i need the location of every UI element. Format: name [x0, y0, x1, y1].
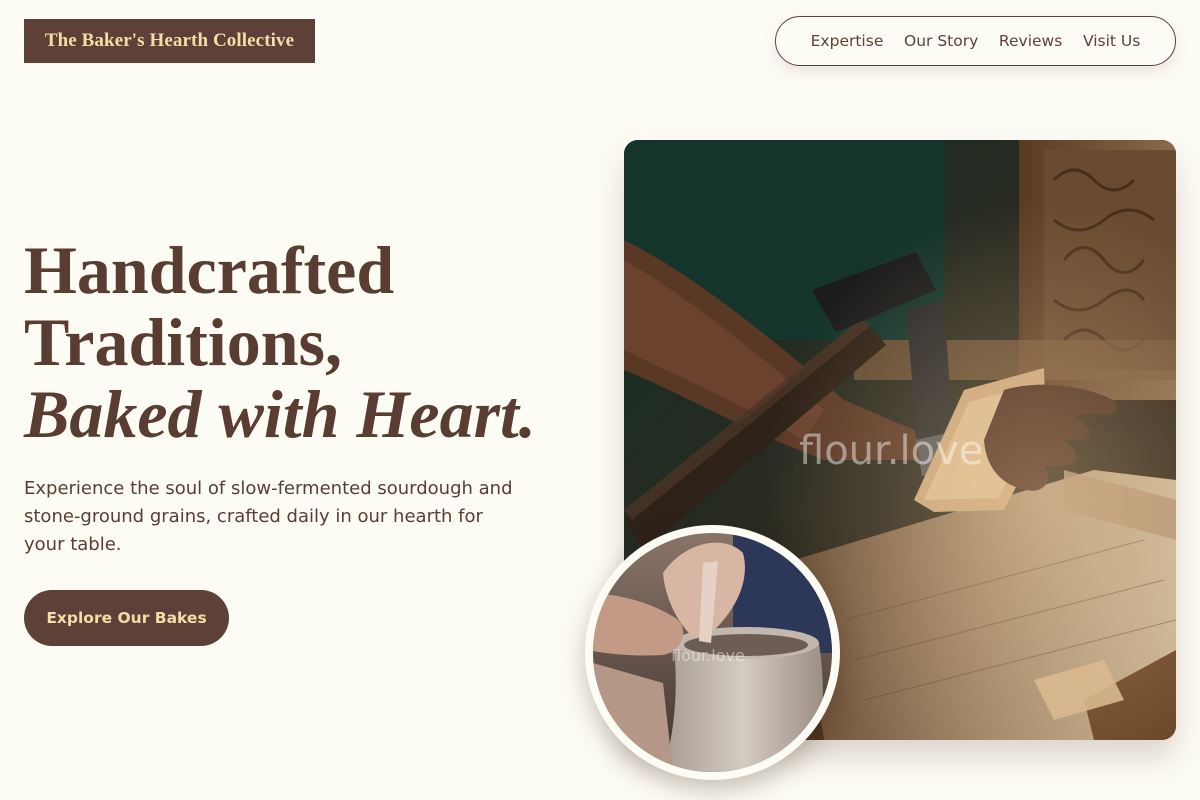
explore-bakes-button[interactable]: Explore Our Bakes — [24, 590, 229, 646]
main-nav: Expertise Our Story Reviews Visit Us — [775, 16, 1176, 66]
nav-link-visit-us[interactable]: Visit Us — [1083, 32, 1140, 50]
circle-photo-watermark: flour.love — [671, 646, 745, 665]
nav-link-our-story[interactable]: Our Story — [904, 32, 978, 50]
hero-headline: Handcrafted Traditions, Baked with Heart… — [24, 234, 604, 450]
brand-logo[interactable]: The Baker's Hearth Collective — [24, 19, 315, 63]
page: The Baker's Hearth Collective Expertise … — [0, 0, 1200, 800]
hero-headline-line3: Baked with Heart. — [24, 376, 536, 452]
hero-subtext: Experience the soul of slow-fermented so… — [24, 478, 513, 555]
nav-link-reviews[interactable]: Reviews — [999, 32, 1062, 50]
hero-headline-line1: Handcrafted — [24, 232, 395, 308]
main-photo-watermark: flour.love — [799, 428, 984, 474]
nav-link-expertise[interactable]: Expertise — [811, 32, 884, 50]
brand-logo-text: The Baker's Hearth Collective — [44, 30, 295, 51]
pottery-photo: flour.love — [585, 525, 840, 780]
hero-headline-line2: Traditions, — [24, 304, 343, 380]
